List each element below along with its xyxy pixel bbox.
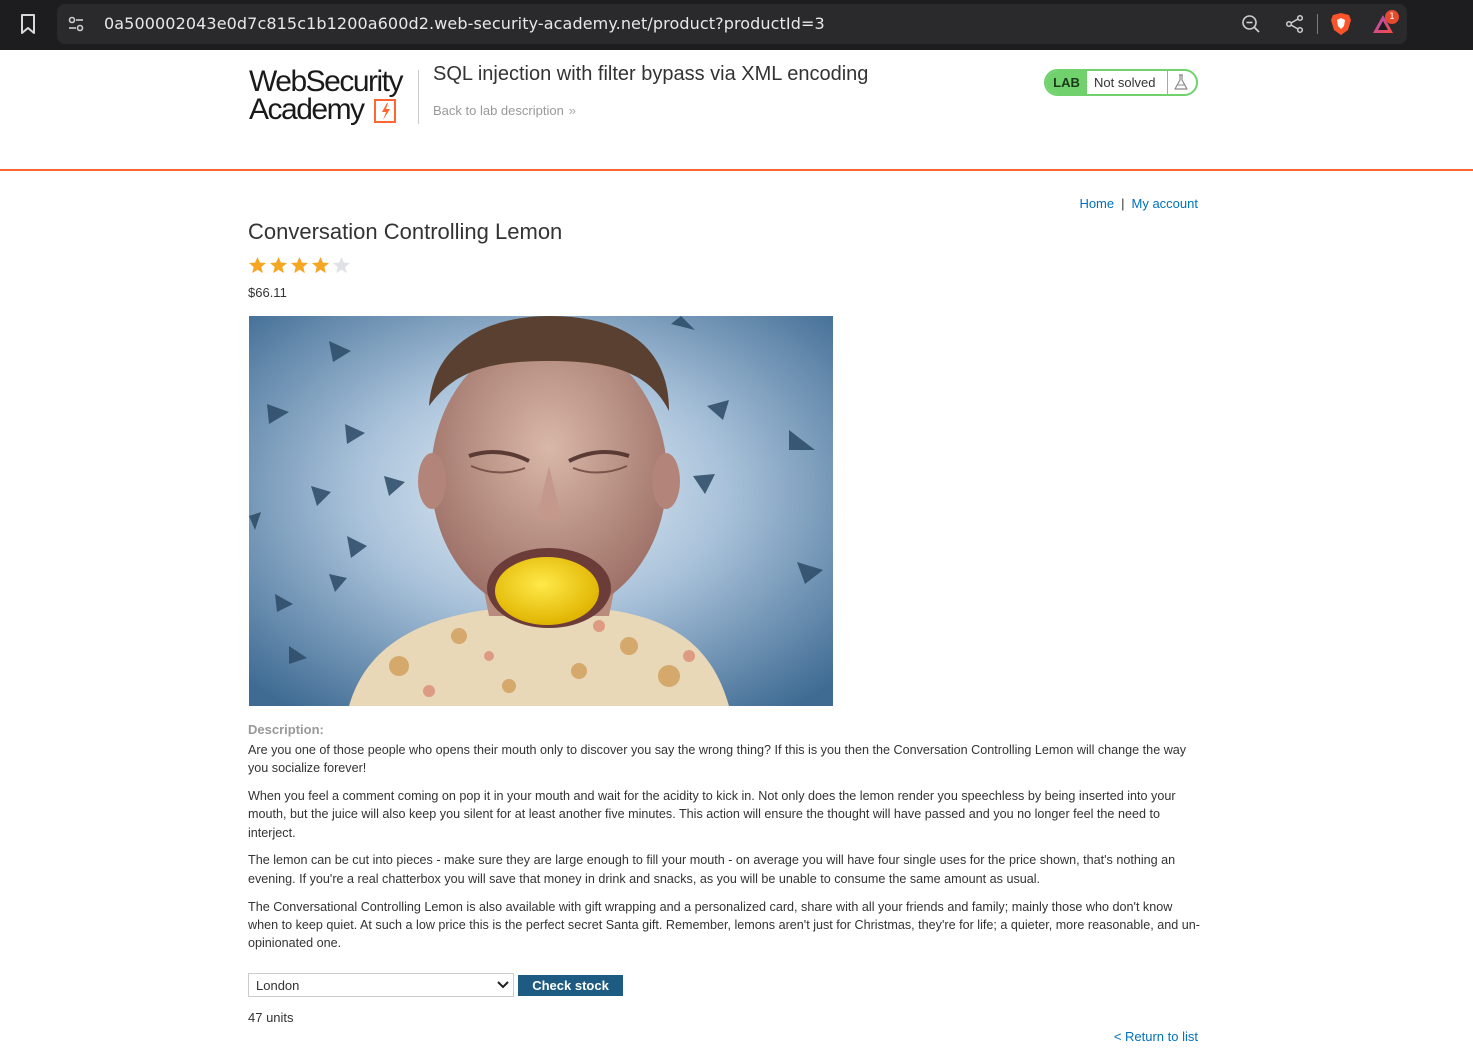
address-bar[interactable]: 0a500002043e0d7c815c1b1200a600d2.web-sec…: [57, 4, 1407, 44]
chevron-down-icon: [497, 981, 509, 989]
store-select-value: London: [256, 978, 300, 993]
brave-rewards-button[interactable]: 1: [1371, 10, 1399, 36]
check-stock-button[interactable]: Check stock: [518, 975, 623, 996]
toolbar-separator: [1317, 14, 1318, 34]
home-link[interactable]: Home: [1079, 196, 1114, 211]
url-text[interactable]: 0a500002043e0d7c815c1b1200a600d2.web-sec…: [104, 14, 825, 33]
web-security-academy-logo[interactable]: WebSecurity Academy: [249, 67, 419, 129]
nav-separator: |: [1121, 196, 1125, 211]
description-paragraph: The lemon can be cut into pieces - make …: [248, 853, 1176, 886]
description-paragraph: Are you one of those people who opens th…: [248, 743, 1187, 776]
product-rating: [248, 256, 351, 276]
double-chevron-right-icon: »: [568, 103, 577, 118]
brave-shields-icon[interactable]: [1330, 12, 1352, 36]
star-filled-icon: [311, 256, 330, 274]
lab-status-text: Not solved: [1094, 75, 1156, 90]
back-link-label: Back to lab description: [433, 103, 564, 118]
lab-badge: LAB: [1046, 71, 1087, 94]
top-navigation: Home | My account: [1079, 196, 1198, 211]
lab-status-widget: LAB Not solved: [1044, 69, 1198, 96]
description-label: Description:: [248, 722, 324, 737]
lab-header: WebSecurity Academy SQL injection with f…: [0, 50, 1473, 171]
share-icon[interactable]: [1285, 14, 1305, 34]
product-image: [249, 316, 833, 706]
status-divider: [1167, 71, 1168, 94]
my-account-link[interactable]: My account: [1132, 196, 1198, 211]
zoom-out-icon[interactable]: [1241, 14, 1261, 34]
star-empty-icon: [332, 256, 351, 274]
site-settings-icon[interactable]: [67, 15, 85, 33]
product-description: Are you one of those people who opens th…: [248, 741, 1200, 962]
lab-title: SQL injection with filter bypass via XML…: [433, 63, 869, 85]
logo-line-2: Academy: [249, 93, 365, 126]
bookmark-icon[interactable]: [17, 13, 39, 35]
stock-result: 47 units: [248, 1010, 294, 1025]
return-to-list-link[interactable]: < Return to list: [1114, 1029, 1198, 1044]
flask-icon[interactable]: [1173, 74, 1189, 91]
logo-bolt-icon: [374, 99, 396, 123]
star-filled-icon: [269, 256, 288, 274]
star-filled-icon: [248, 256, 267, 274]
description-paragraph: When you feel a comment coming on pop it…: [248, 789, 1176, 840]
product-title: Conversation Controlling Lemon: [248, 219, 563, 244]
star-filled-icon: [290, 256, 309, 274]
browser-toolbar: 0a500002043e0d7c815c1b1200a600d2.web-sec…: [0, 0, 1473, 50]
back-to-lab-description-link[interactable]: Back to lab description »: [433, 103, 576, 118]
product-price: $66.11: [248, 285, 287, 300]
rewards-badge: 1: [1385, 10, 1399, 24]
header-divider: [418, 70, 419, 124]
description-paragraph: The Conversational Controlling Lemon is …: [248, 899, 1200, 951]
store-select[interactable]: London: [248, 973, 514, 997]
